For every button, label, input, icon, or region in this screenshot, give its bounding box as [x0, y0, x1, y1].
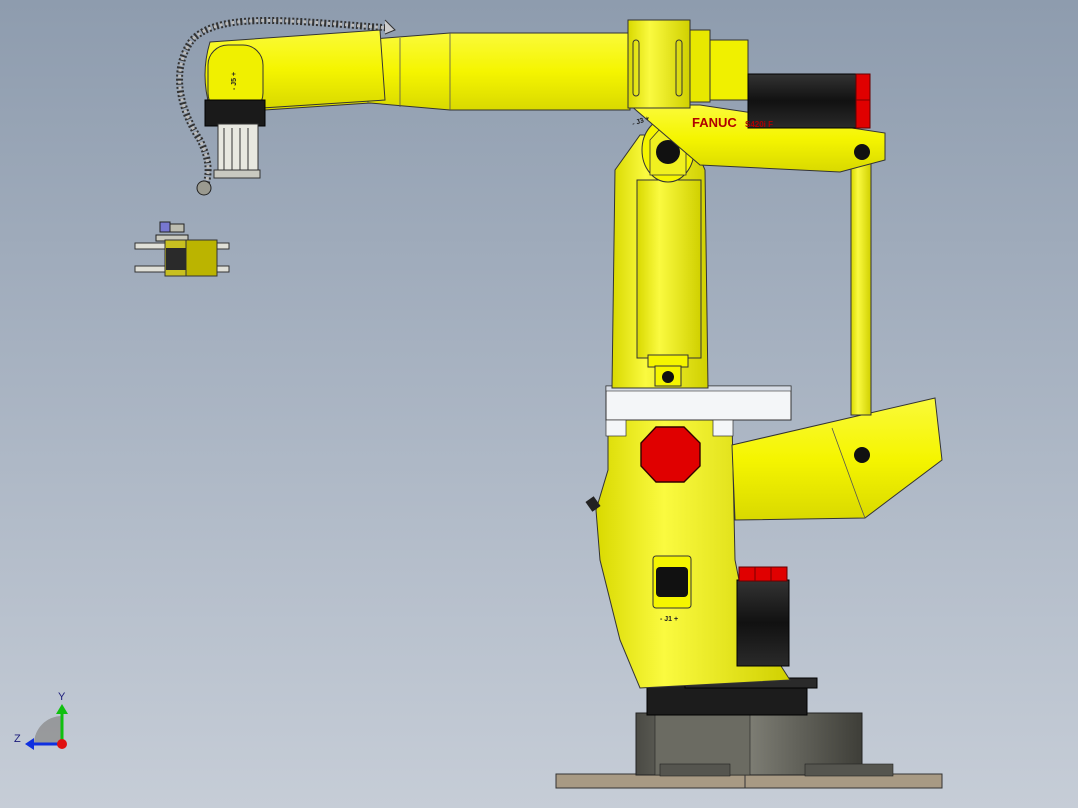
- j3-label: - J3 +: [631, 115, 650, 128]
- parallel-link[interactable]: [850, 159, 872, 416]
- robot-base[interactable]: [555, 677, 943, 789]
- axis-z-label: Z: [14, 733, 21, 745]
- gripper-icon[interactable]: [134, 221, 230, 277]
- j1-label: - J1 +: [660, 616, 678, 623]
- robot-model-canvas[interactable]: FANUC S420i F - J5 + - J3 + - J1 + Y Z: [0, 0, 1078, 808]
- model-label: S420i F: [745, 120, 773, 129]
- brand-label: FANUC: [692, 115, 737, 130]
- j1-motor[interactable]: [736, 566, 790, 667]
- j1-body[interactable]: [585, 397, 943, 689]
- stop-button[interactable]: [640, 426, 701, 483]
- axis-y-label: Y: [58, 691, 66, 703]
- cad-viewport[interactable]: FANUC S420i F - J5 + - J3 + - J1 + Y Z: [0, 0, 1078, 808]
- axis-triad-icon: Y Z: [14, 691, 68, 750]
- j5-label: - J5 +: [231, 72, 238, 90]
